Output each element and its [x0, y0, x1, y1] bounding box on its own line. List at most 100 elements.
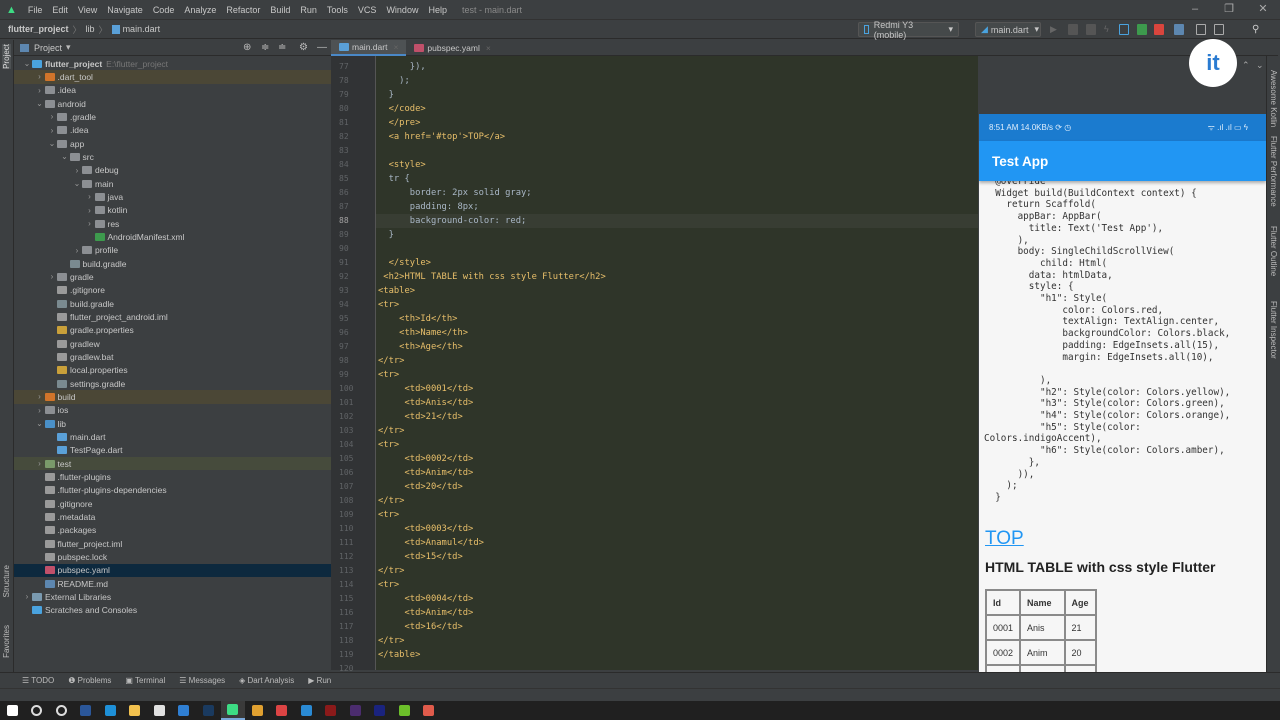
expand-all-icon[interactable]: ≑: [261, 42, 269, 53]
chevron-right-icon[interactable]: ›: [35, 459, 45, 468]
menu-run[interactable]: Run: [295, 5, 322, 15]
chevron-down-icon[interactable]: ⌄: [22, 59, 32, 68]
tree-item[interactable]: .gitignore: [14, 284, 331, 297]
chevron-down-icon[interactable]: ⌄: [72, 179, 82, 188]
chevron-right-icon[interactable]: ›: [35, 406, 45, 415]
close-button[interactable]: ✕: [1246, 0, 1280, 19]
device-selector[interactable]: Redmi Y3 (mobile) ▾: [858, 20, 959, 40]
tree-item[interactable]: ⌄ app: [14, 137, 331, 150]
gear-icon[interactable]: ⚙: [299, 42, 308, 53]
tree-item[interactable]: › gradle: [14, 270, 331, 283]
menu-code[interactable]: Code: [148, 5, 180, 15]
menu-analyze[interactable]: Analyze: [179, 5, 221, 15]
tree-item[interactable]: ⌄ main: [14, 177, 331, 190]
tree-item[interactable]: flutter_project.iml: [14, 537, 331, 550]
menu-edit[interactable]: Edit: [47, 5, 73, 15]
taskbar-premiere[interactable]: [343, 701, 368, 720]
taskbar-animate[interactable]: [319, 701, 344, 720]
tool-window-dart-analysis[interactable]: ◈ Dart Analysis: [239, 676, 294, 685]
tree-item[interactable]: gradlew: [14, 337, 331, 350]
stop-icon[interactable]: [1154, 24, 1164, 35]
tree-item[interactable]: .packages: [14, 524, 331, 537]
top-link[interactable]: TOP: [985, 528, 1024, 550]
tree-item[interactable]: .gitignore: [14, 497, 331, 510]
tree-item[interactable]: › External Libraries: [14, 590, 331, 603]
tree-item[interactable]: › build: [14, 390, 331, 404]
taskbar-word[interactable]: [74, 701, 99, 720]
collapse-all-icon[interactable]: ≐: [278, 42, 286, 53]
minimize-button[interactable]: –: [1178, 0, 1212, 19]
tree-item[interactable]: pubspec.yaml: [14, 563, 331, 577]
taskbar-audition[interactable]: [368, 701, 393, 720]
chevron-right-icon[interactable]: ›: [85, 219, 95, 228]
close-tab-icon[interactable]: ×: [486, 43, 491, 53]
tree-item[interactable]: flutter_project_android.iml: [14, 310, 331, 323]
menu-window[interactable]: Window: [381, 5, 423, 15]
chevron-right-icon[interactable]: ›: [47, 126, 57, 135]
tree-item[interactable]: › .dart_tool: [14, 70, 331, 84]
taskbar-search[interactable]: [25, 701, 50, 720]
tree-item[interactable]: main.dart: [14, 430, 331, 443]
flutter-inspector-tab[interactable]: Flutter Inspector: [1269, 301, 1278, 359]
tree-item[interactable]: › kotlin: [14, 204, 331, 217]
tree-item[interactable]: AndroidManifest.xml: [14, 230, 331, 243]
tab-main-dart[interactable]: main.dart ×: [331, 40, 407, 56]
chevron-down-icon[interactable]: ⌄: [47, 139, 57, 148]
code-editor[interactable]: }), ); } </code> </pre> <a href='#top'>T…: [376, 56, 978, 670]
run-icon[interactable]: ▶: [1050, 24, 1060, 35]
chevron-right-icon[interactable]: ›: [35, 392, 45, 401]
tree-item[interactable]: › debug: [14, 164, 331, 177]
chevron-right-icon[interactable]: ›: [85, 206, 95, 215]
project-view-selector[interactable]: Project: [34, 43, 62, 53]
tree-item[interactable]: README.md: [14, 577, 331, 590]
tree-item[interactable]: › .gradle: [14, 110, 331, 123]
taskbar-chrome[interactable]: [245, 701, 270, 720]
taskbar-camtasia-red[interactable]: [417, 701, 442, 720]
favorites-tool-tab[interactable]: Favorites: [2, 625, 11, 658]
search-icon[interactable]: ⚲: [1252, 24, 1262, 35]
hot-reload-icon[interactable]: ϟ: [1104, 24, 1114, 35]
tree-item[interactable]: pubspec.lock: [14, 550, 331, 563]
tab-pubspec-yaml[interactable]: pubspec.yaml ×: [406, 40, 498, 56]
menu-view[interactable]: View: [73, 5, 102, 15]
project-tool-tab[interactable]: Project: [2, 44, 11, 69]
menu-build[interactable]: Build: [265, 5, 295, 15]
tool-window-todo[interactable]: ☰ TODO: [22, 676, 54, 685]
run-config-selector[interactable]: ◢ main.dart ▾: [975, 22, 1041, 37]
device-manager-icon[interactable]: [1119, 24, 1129, 35]
structure-tool-tab[interactable]: Structure: [2, 565, 11, 597]
taskbar-cortana[interactable]: [49, 701, 74, 720]
breadcrumb-lib[interactable]: lib: [86, 24, 95, 34]
chevron-right-icon[interactable]: ›: [22, 592, 32, 601]
breadcrumb-project[interactable]: flutter_project: [8, 24, 69, 34]
tree-item[interactable]: › java: [14, 190, 331, 203]
attach-icon[interactable]: [1086, 24, 1096, 35]
tool-window-terminal[interactable]: ▣ Terminal: [125, 676, 165, 685]
avd-manager-icon[interactable]: [1214, 24, 1224, 35]
chevron-right-icon[interactable]: ›: [35, 72, 45, 81]
taskbar-edge[interactable]: [98, 701, 123, 720]
taskbar-start[interactable]: [0, 701, 25, 720]
tree-item[interactable]: Scratches and Consoles: [14, 604, 331, 617]
tree-item[interactable]: .metadata: [14, 510, 331, 523]
sdk-manager-icon[interactable]: [1196, 24, 1206, 35]
hide-panel-icon[interactable]: —: [317, 42, 327, 53]
close-tab-icon[interactable]: ×: [393, 42, 398, 52]
scroll-up-icon[interactable]: ⌃: [1242, 60, 1250, 71]
tool-window-messages[interactable]: ☰ Messages: [179, 676, 225, 685]
project-structure-icon[interactable]: [1174, 24, 1184, 35]
tree-item[interactable]: ⌄ lib: [14, 417, 331, 430]
flutter-outline-tab[interactable]: Flutter Outline: [1269, 226, 1278, 276]
tree-item[interactable]: gradlew.bat: [14, 350, 331, 363]
chevron-right-icon[interactable]: ›: [72, 246, 82, 255]
chevron-down-icon[interactable]: ⌄: [35, 99, 45, 108]
awesome-kotlin-tab[interactable]: Awesome Kotlin: [1269, 70, 1278, 127]
tree-item[interactable]: local.properties: [14, 364, 331, 377]
menu-help[interactable]: Help: [423, 5, 452, 15]
taskbar-mail[interactable]: [172, 701, 197, 720]
chevron-down-icon[interactable]: ⌄: [35, 419, 45, 428]
taskbar-chrome-alt[interactable]: [270, 701, 295, 720]
tool-window-problems[interactable]: ❶ Problems: [68, 676, 111, 685]
chevron-right-icon[interactable]: ›: [35, 86, 45, 95]
tree-item[interactable]: build.gradle: [14, 257, 331, 270]
